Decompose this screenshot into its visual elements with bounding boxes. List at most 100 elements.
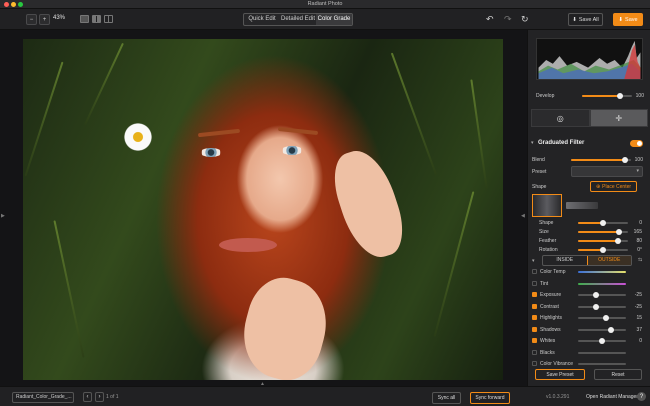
shadows-checkbox[interactable]: [532, 326, 537, 332]
develop-slider[interactable]: [582, 93, 632, 99]
filename-field[interactable]: Radiant_Color_Grade_...: [12, 392, 74, 403]
shadows-slider[interactable]: [578, 326, 626, 333]
tint-slider[interactable]: [578, 282, 626, 285]
collapse-left-icon[interactable]: ▶: [1, 213, 5, 219]
zoom-out-button[interactable]: −: [26, 14, 37, 25]
section-collapse-icon[interactable]: ▾: [531, 140, 534, 146]
highlights-slider-knob[interactable]: [602, 315, 609, 321]
feather-slider-knob[interactable]: [615, 238, 621, 244]
highlights-checkbox[interactable]: [532, 315, 537, 320]
highlights-value: 15: [636, 315, 642, 321]
tint-checkbox[interactable]: [532, 280, 537, 286]
outside-option[interactable]: OUTSIDE: [586, 256, 631, 265]
crosshair-icon[interactable]: ✛: [589, 109, 648, 127]
contrast-slider-knob[interactable]: [593, 303, 600, 310]
section-title: Graduated Filter: [538, 140, 585, 146]
color-vibrance-slider[interactable]: [578, 363, 626, 365]
exposure-label: Exposure: [540, 292, 562, 298]
color-vibrance-checkbox[interactable]: [532, 361, 537, 366]
tab-quick-edit[interactable]: Quick Edit: [244, 14, 280, 25]
size-slider[interactable]: [578, 229, 628, 235]
save-all-button[interactable]: ⬇ Save All: [568, 13, 603, 26]
help-icon[interactable]: ?: [637, 392, 646, 401]
inside-outside-toggle: INSIDE OUTSIDE: [542, 255, 632, 266]
blend-slider-knob[interactable]: [622, 157, 628, 163]
next-image-button[interactable]: ›: [95, 392, 104, 402]
grass-blade: [24, 61, 64, 177]
inside-option[interactable]: INSIDE: [543, 256, 587, 265]
exposure-slider[interactable]: [578, 292, 626, 298]
whites-label: Whites: [540, 338, 556, 344]
open-manager-link[interactable]: Open Radiant Manager: [586, 394, 638, 400]
whites-slider-knob[interactable]: [599, 338, 605, 344]
rotation-slider-knob[interactable]: [600, 247, 606, 253]
shape-slider[interactable]: [578, 220, 628, 226]
sync-all-button[interactable]: Sync all: [432, 392, 461, 404]
blend-slider[interactable]: [571, 157, 631, 163]
blend-label: Blend: [532, 157, 545, 163]
color-temp-checkbox[interactable]: [532, 269, 537, 274]
develop-slider-knob[interactable]: [616, 93, 623, 99]
left-eyebrow: [197, 128, 241, 138]
shadows-value: 37: [636, 326, 642, 333]
save-all-label: Save All: [578, 16, 599, 23]
grass-blade: [84, 42, 124, 126]
zoom-in-button[interactable]: +: [39, 14, 50, 25]
tab-color-grade[interactable]: Color Grade: [316, 14, 352, 25]
blacks-label: Blacks: [540, 349, 555, 356]
reset-icon[interactable]: ↻: [521, 14, 529, 24]
grass-blade: [390, 52, 438, 176]
save-button[interactable]: ⬇ Save: [613, 13, 643, 26]
feather-slider[interactable]: [578, 238, 628, 244]
single-view-icon[interactable]: [80, 15, 89, 23]
size-slider-knob[interactable]: [616, 229, 622, 235]
blacks-checkbox[interactable]: [532, 349, 537, 355]
graduated-filter-toggle[interactable]: [630, 140, 643, 147]
swap-icon[interactable]: ⇆: [638, 257, 642, 263]
reset-button[interactable]: Reset: [594, 369, 642, 380]
contrast-slider[interactable]: [578, 303, 626, 310]
sync-forward-button[interactable]: Sync forward: [470, 392, 510, 404]
grass-blade: [53, 220, 85, 358]
shadows-label: Shadows: [540, 326, 561, 333]
rotation-slider[interactable]: [578, 247, 628, 253]
contrast-checkbox[interactable]: [532, 303, 537, 309]
blacks-slider[interactable]: [578, 351, 626, 354]
exposure-value: -25: [634, 292, 642, 298]
photo-preview[interactable]: [23, 39, 503, 380]
contrast-label: Contrast: [540, 303, 559, 310]
grass-blade: [470, 79, 488, 189]
inside-outside-collapse-icon[interactable]: ▾: [532, 258, 535, 264]
previous-image-button[interactable]: ‹: [83, 392, 92, 402]
highlights-label: Highlights: [540, 315, 562, 321]
develop-value: 100: [635, 93, 644, 99]
exposure-checkbox[interactable]: [532, 292, 537, 297]
left-hand: [233, 270, 337, 380]
collapse-right-icon[interactable]: ◀: [521, 213, 525, 219]
exposure-slider-knob[interactable]: [593, 292, 600, 298]
shape-label: Shape: [532, 184, 547, 190]
redo-icon[interactable]: ↷: [504, 14, 512, 24]
whites-checkbox[interactable]: [532, 338, 537, 343]
split-view-icon[interactable]: [92, 15, 101, 23]
shape-slider-knob[interactable]: [600, 220, 606, 226]
color-temp-label: Color Temp: [540, 269, 566, 275]
shape-value: 0: [639, 220, 642, 226]
version-label: v1.0.3.291: [546, 394, 570, 400]
save-all-icon: ⬇: [572, 16, 577, 23]
highlights-slider[interactable]: [578, 315, 626, 321]
side-by-side-icon[interactable]: [104, 15, 113, 23]
shape-preview-linear[interactable]: [566, 202, 598, 209]
image-canvas[interactable]: ▶ ◀ ◐ ▲: [0, 30, 527, 400]
preset-select[interactable]: ▾: [571, 166, 643, 177]
app-title: Radiant Photo: [307, 1, 343, 7]
whites-slider[interactable]: [578, 338, 626, 344]
save-preset-button[interactable]: Save Preset: [535, 369, 585, 380]
color-circles-icon[interactable]: ◎: [531, 109, 590, 127]
tab-detailed-edit[interactable]: Detailed Edit: [280, 14, 316, 25]
undo-icon[interactable]: ↶: [486, 14, 494, 24]
place-center-button[interactable]: ⊕ Place Center: [590, 181, 637, 192]
color-temp-slider[interactable]: [578, 271, 626, 273]
shadows-slider-knob[interactable]: [607, 326, 614, 333]
shape-preview-radial[interactable]: [532, 194, 562, 217]
